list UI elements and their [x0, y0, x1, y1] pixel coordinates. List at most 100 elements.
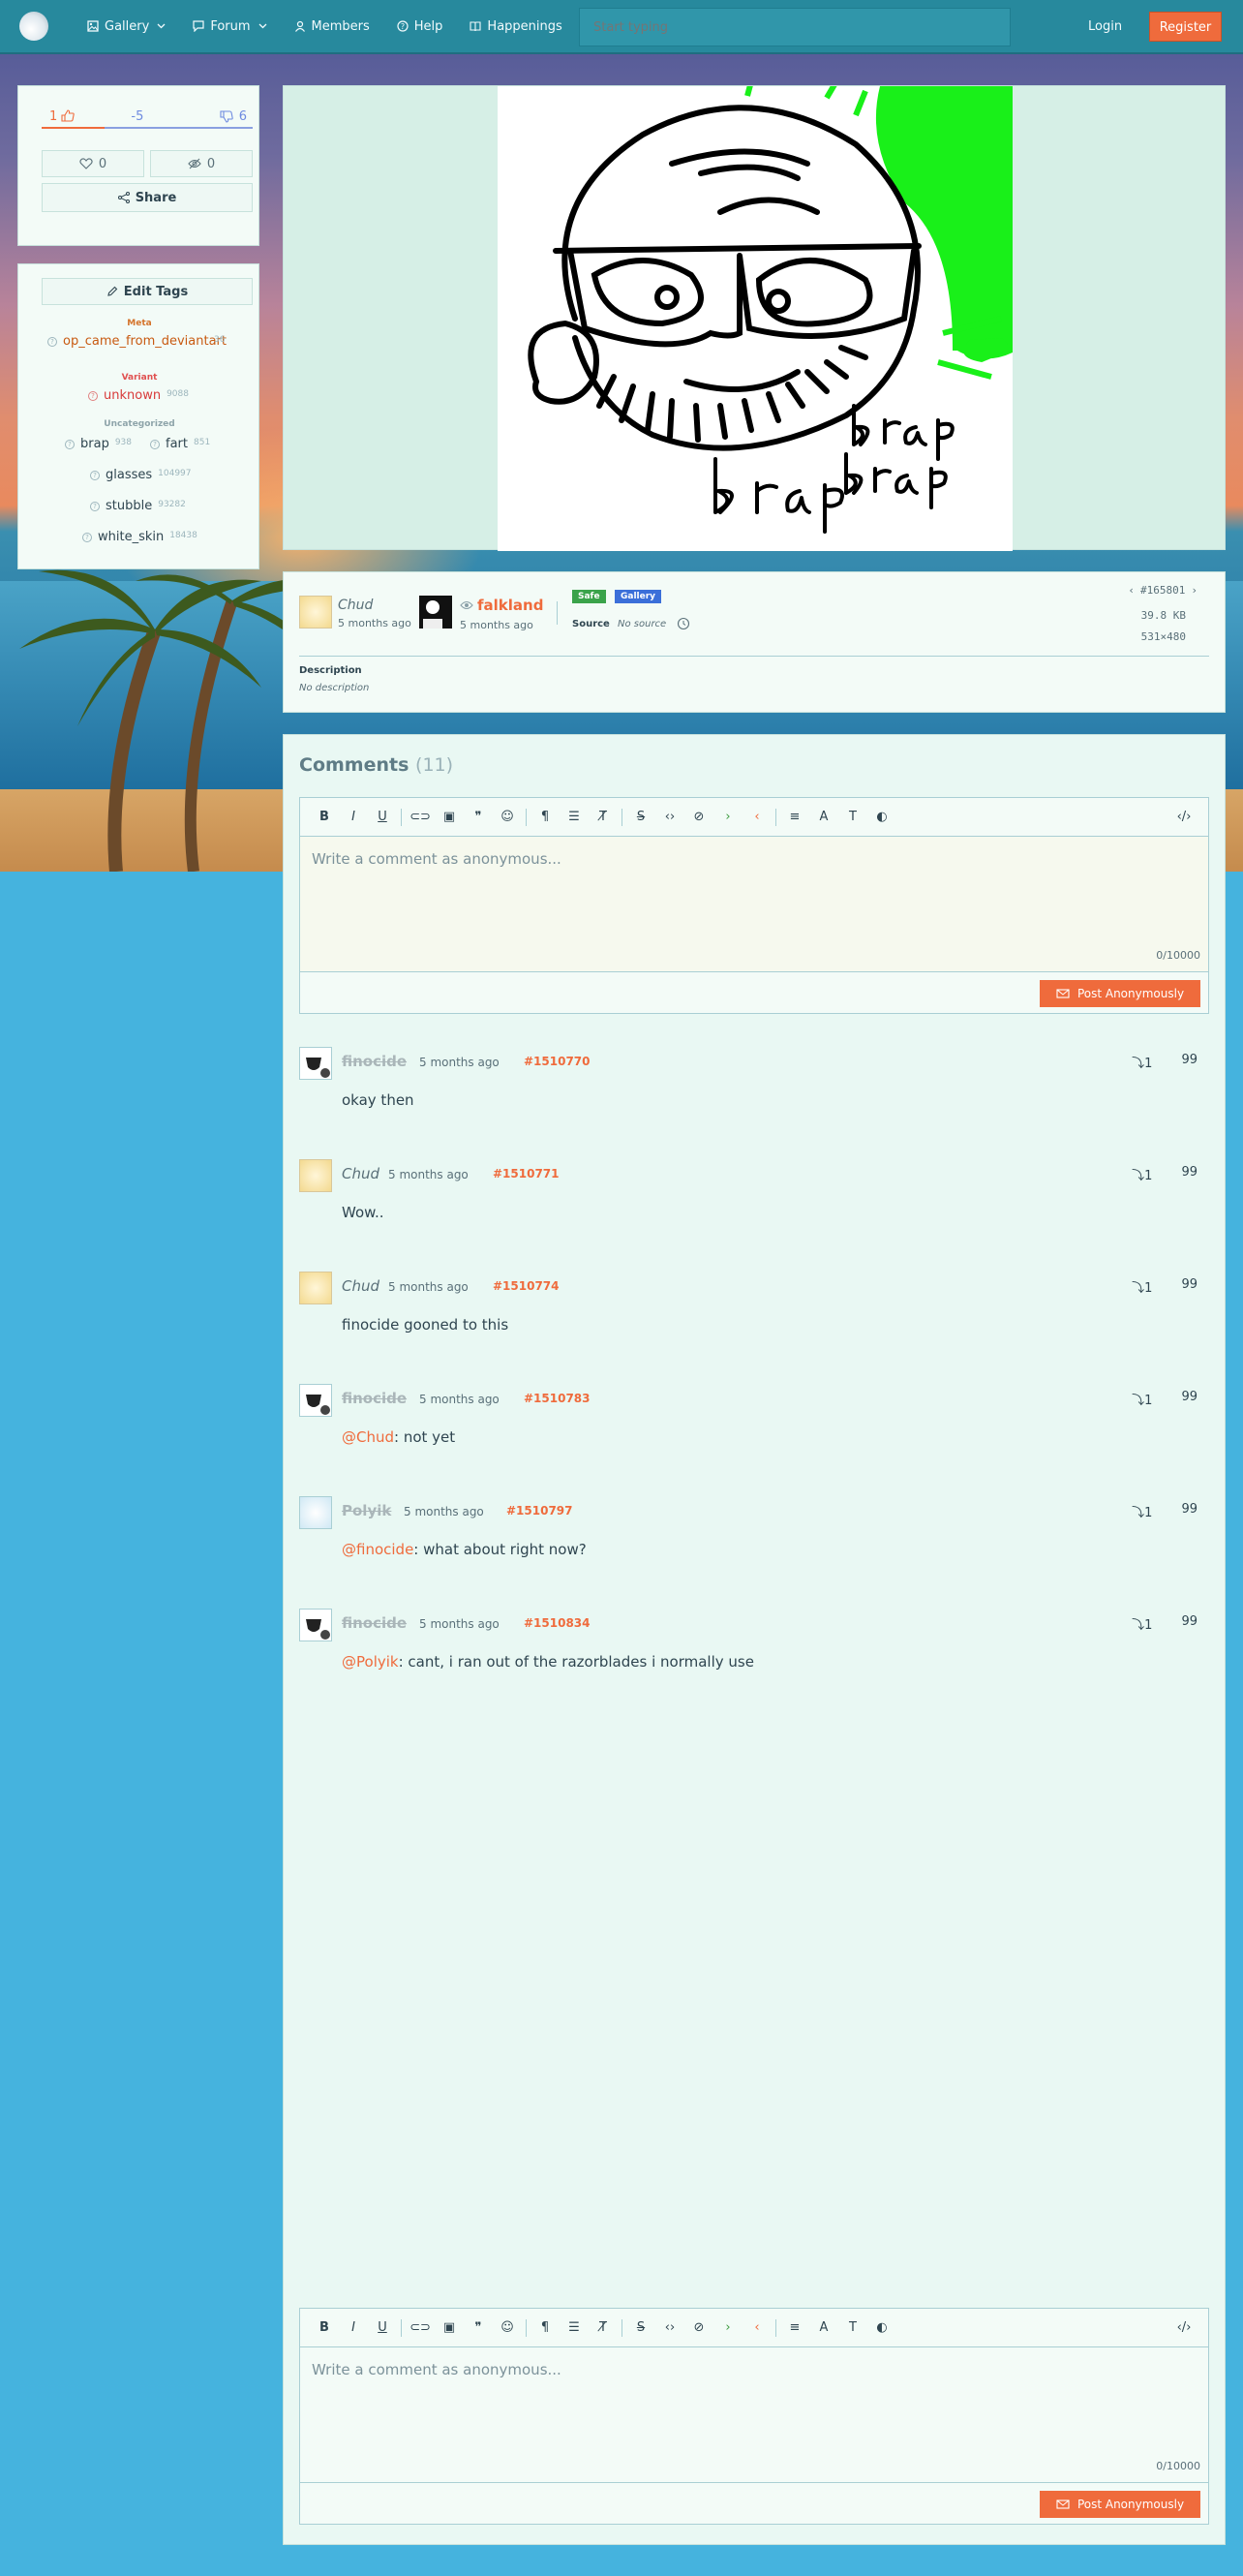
source-mode-icon[interactable]: ‹/› — [1169, 2309, 1198, 2347]
comment-author[interactable]: Chud — [342, 1165, 379, 1182]
tag-info-icon[interactable]: ? — [88, 391, 98, 401]
tag-white-skin[interactable]: ? white_skin 18438 — [82, 530, 197, 544]
font-size-icon[interactable]: T — [838, 2309, 867, 2347]
spoiler-icon[interactable]: ⊘ — [684, 798, 713, 837]
reply-icon[interactable]: ⤵1 — [1132, 1165, 1152, 1183]
comment-id[interactable]: #1510771 — [493, 1167, 560, 1181]
underline-icon[interactable]: U — [368, 2309, 397, 2347]
prev-image-icon[interactable]: ‹ — [1128, 584, 1135, 597]
comment-id[interactable]: #1510783 — [524, 1392, 591, 1405]
list-icon[interactable]: ☰ — [560, 2309, 589, 2347]
fave-button[interactable]: 0 — [42, 150, 144, 177]
tag-info-icon[interactable]: ? — [150, 440, 160, 449]
emoji-icon[interactable]: ☺ — [493, 2309, 522, 2347]
comment-author[interactable]: finocide — [342, 1053, 407, 1070]
tag-info-icon[interactable]: ? — [90, 471, 100, 480]
uploader-avatar[interactable] — [299, 596, 332, 629]
edit-tags-button[interactable]: Edit Tags — [42, 278, 253, 305]
comment-textarea[interactable]: Write a comment as anonymous... 0/10000 — [300, 837, 1208, 972]
link-icon[interactable]: ⊂⊃ — [406, 2309, 435, 2347]
quote-reply-icon[interactable]: 99 — [1181, 1614, 1198, 1633]
quote-icon[interactable]: ❞ — [464, 2309, 493, 2347]
link-icon[interactable]: ⊂⊃ — [406, 798, 435, 837]
nav-happenings[interactable]: Happenings — [456, 0, 575, 53]
rating-badge[interactable]: Safe — [572, 590, 606, 603]
tag-fart[interactable]: ? fart 851 — [150, 437, 210, 451]
nav-help[interactable]: ? Help — [383, 0, 457, 53]
comment-avatar[interactable] — [299, 1384, 332, 1417]
post-anonymously-button[interactable]: Post Anonymously — [1040, 980, 1200, 1007]
comment-avatar[interactable] — [299, 1159, 332, 1192]
tag-info-icon[interactable]: ? — [47, 337, 57, 347]
quote-icon[interactable]: ❞ — [464, 798, 493, 837]
clear-format-icon[interactable]: T̸ — [589, 2309, 618, 2347]
comment-avatar[interactable] — [299, 1272, 332, 1304]
align-icon[interactable]: ≡ — [780, 2309, 809, 2347]
emoji-icon[interactable]: ☺ — [493, 798, 522, 837]
quote-reply-icon[interactable]: 99 — [1181, 1277, 1198, 1296]
reply-icon[interactable]: ⤵1 — [1132, 1053, 1152, 1071]
reply-icon[interactable]: ⤵1 — [1132, 1277, 1152, 1296]
bold-icon[interactable]: B — [310, 798, 339, 837]
tag-info-icon[interactable]: ? — [82, 533, 92, 542]
comment-id[interactable]: #1510797 — [506, 1504, 573, 1518]
uploader-name[interactable]: Chud — [338, 598, 373, 613]
quote-reply-icon[interactable]: 99 — [1181, 1502, 1198, 1520]
share-button[interactable]: Share — [42, 183, 253, 212]
next-image-icon[interactable]: › — [1191, 584, 1198, 597]
tag-info-icon[interactable]: ? — [90, 502, 100, 511]
artist-name[interactable]: falkland — [460, 597, 543, 614]
tag-stubble[interactable]: ? stubble 93282 — [90, 499, 186, 513]
artwork-image[interactable] — [498, 86, 1013, 551]
comment-id[interactable]: #1510770 — [524, 1055, 591, 1068]
search-input[interactable] — [579, 8, 1011, 46]
comment-author[interactable]: finocide — [342, 1614, 407, 1632]
reply-icon[interactable]: ⤵1 — [1132, 1390, 1152, 1408]
downvote-button[interactable]: 6 — [220, 109, 247, 124]
tag-unknown[interactable]: ? unknown 9088 — [88, 388, 189, 403]
text-color-icon[interactable]: A — [809, 798, 838, 837]
quote-reply-icon[interactable]: 99 — [1181, 1053, 1198, 1071]
tag-info-icon[interactable]: ? — [65, 440, 75, 449]
greentext-icon[interactable]: › — [713, 2309, 743, 2347]
comment-avatar[interactable] — [299, 1047, 332, 1080]
italic-icon[interactable]: I — [339, 2309, 368, 2347]
align-icon[interactable]: ≡ — [780, 798, 809, 837]
palette-icon[interactable]: ◐ — [867, 798, 896, 837]
bold-icon[interactable]: B — [310, 2309, 339, 2347]
tag-op-came-from-deviantart[interactable]: ? op_came_from_deviantart 36 — [47, 334, 251, 349]
greentext-icon[interactable]: › — [713, 798, 743, 837]
image-insert-icon[interactable]: ▣ — [435, 2309, 464, 2347]
underline-icon[interactable]: U — [368, 798, 397, 837]
tag-brap[interactable]: ? brap 938 — [65, 437, 132, 451]
code-icon[interactable]: ‹› — [655, 798, 684, 837]
artist-avatar[interactable] — [419, 596, 452, 629]
history-icon[interactable] — [677, 617, 690, 630]
post-anonymously-button[interactable]: Post Anonymously — [1040, 2491, 1200, 2518]
comment-author[interactable]: finocide — [342, 1390, 407, 1407]
quote-reply-icon[interactable]: 99 — [1181, 1165, 1198, 1183]
paragraph-icon[interactable]: ¶ — [531, 798, 560, 837]
image-viewer[interactable] — [283, 85, 1226, 551]
palette-icon[interactable]: ◐ — [867, 2309, 896, 2347]
clear-format-icon[interactable]: T̸ — [589, 798, 618, 837]
comment-textarea[interactable]: Write a comment as anonymous... 0/10000 — [300, 2347, 1208, 2483]
register-button[interactable]: Register — [1149, 12, 1222, 42]
image-insert-icon[interactable]: ▣ — [435, 798, 464, 837]
login-link[interactable]: Login — [1088, 14, 1122, 41]
comment-author[interactable]: Chud — [342, 1277, 379, 1295]
tag-glasses[interactable]: ? glasses 104997 — [90, 468, 192, 482]
list-icon[interactable]: ☰ — [560, 798, 589, 837]
orangetext-icon[interactable]: ‹ — [743, 798, 772, 837]
reply-icon[interactable]: ⤵1 — [1132, 1614, 1152, 1633]
comment-avatar[interactable] — [299, 1496, 332, 1529]
comment-id[interactable]: #1510774 — [493, 1279, 560, 1293]
strikethrough-icon[interactable]: S — [626, 798, 655, 837]
nav-forum[interactable]: Forum — [179, 0, 280, 53]
upvote-button[interactable]: 1 — [49, 109, 76, 124]
spoiler-icon[interactable]: ⊘ — [684, 2309, 713, 2347]
hide-button[interactable]: 0 — [150, 150, 253, 177]
paragraph-icon[interactable]: ¶ — [531, 2309, 560, 2347]
comment-id[interactable]: #1510834 — [524, 1616, 591, 1630]
strikethrough-icon[interactable]: S — [626, 2309, 655, 2347]
